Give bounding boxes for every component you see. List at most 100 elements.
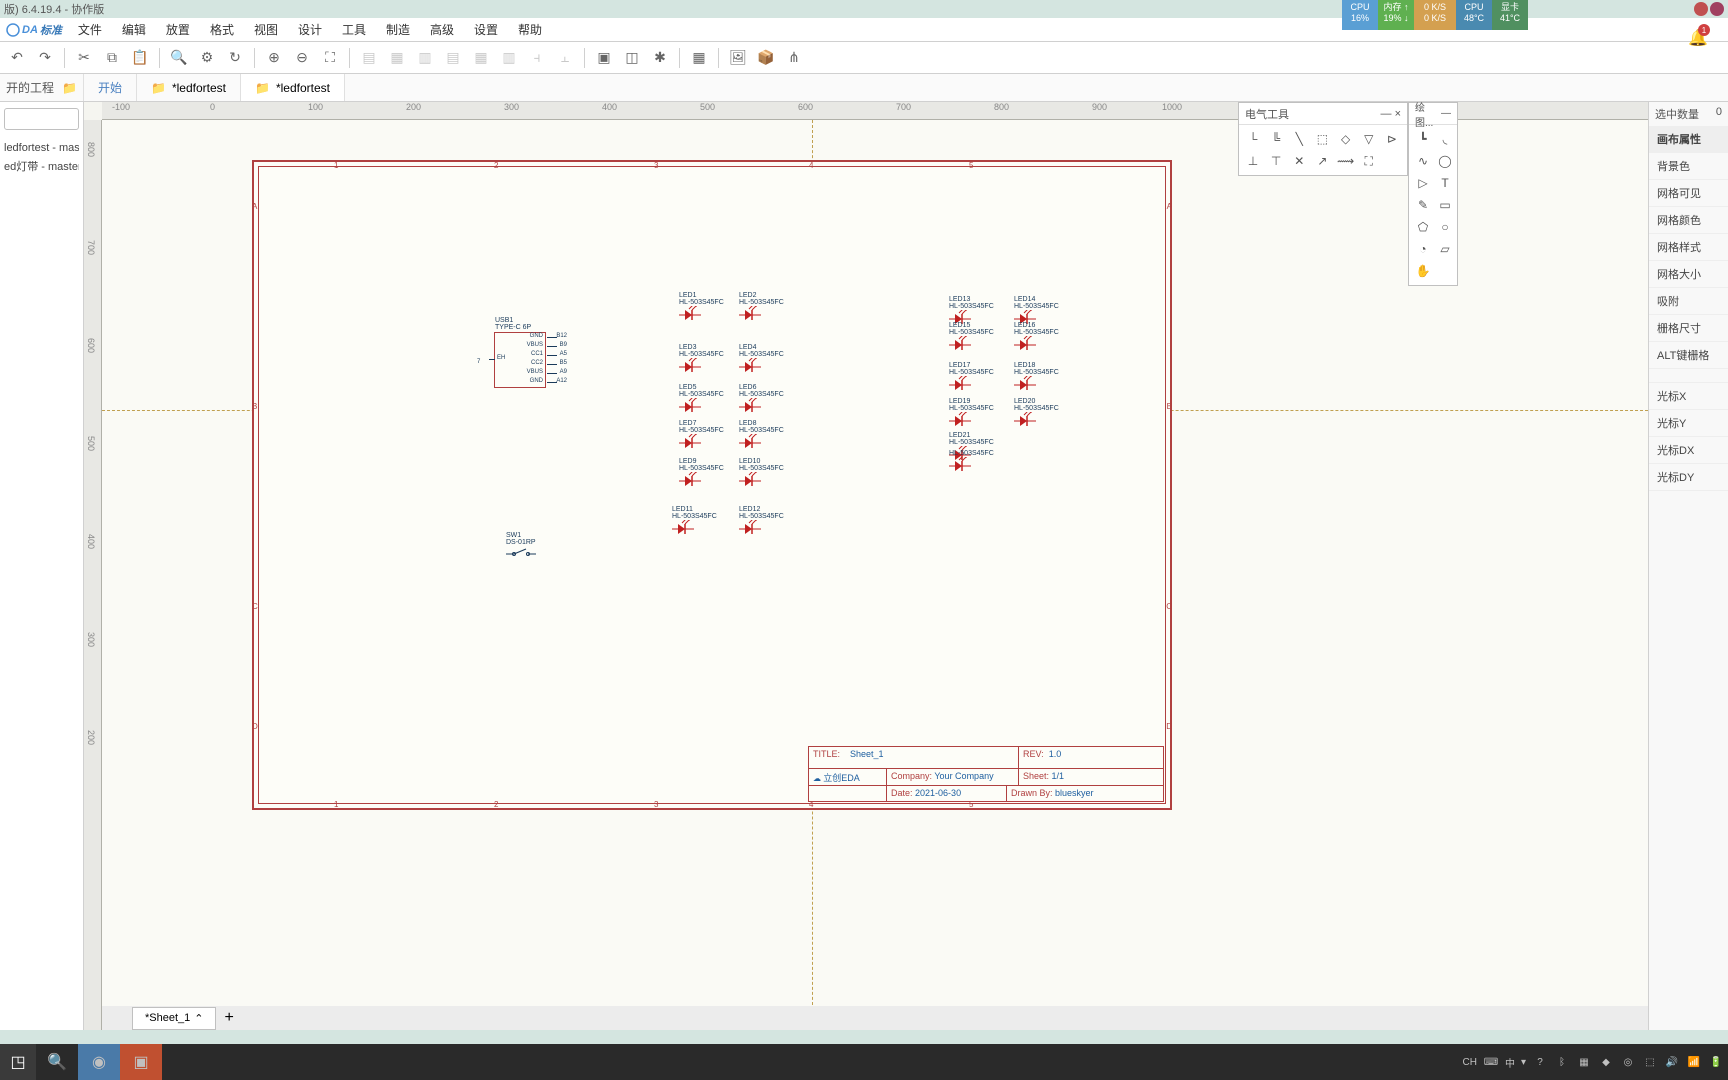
project-tree[interactable]: ledfortest - master - ( ed灯带 - master - … <box>0 136 83 180</box>
polyline-tool[interactable]: ┗ <box>1413 129 1433 149</box>
redo-button[interactable]: ↷ <box>32 45 58 71</box>
task-app[interactable]: ▣ <box>120 1044 162 1080</box>
netlabel-tool[interactable]: ⬚ <box>1312 129 1332 149</box>
cut-button[interactable]: ✂ <box>71 45 97 71</box>
align-center-button[interactable]: ▦ <box>384 45 410 71</box>
tree-item[interactable]: ed灯带 - master - (b <box>4 156 79 176</box>
component-usb[interactable]: USB1TYPE-C 6P GNDB12VBUSB9CC1A5CC2B5VBUS… <box>494 332 546 388</box>
task-eda[interactable]: ◉ <box>78 1044 120 1080</box>
component-led[interactable]: LED12HL-503S45FC <box>739 506 784 536</box>
component-led[interactable]: LED19HL-503S45FC <box>949 398 994 428</box>
pencil-tool[interactable]: ✎ <box>1413 195 1433 215</box>
prop-row[interactable]: 网格样式 <box>1649 234 1728 261</box>
system-tray[interactable]: CH ⌨ 中 ▾ ? ᛒ ▦ ◆ ◎ ⬚ 🔊 📶 🔋 <box>1463 1054 1724 1070</box>
zoom-out-button[interactable]: ⊖ <box>289 45 315 71</box>
prop-row[interactable]: 网格可见 <box>1649 180 1728 207</box>
align-left-button[interactable]: ▤ <box>356 45 382 71</box>
ellipse-tool[interactable]: ○ <box>1435 217 1455 237</box>
component-led[interactable]: LED7HL-503S45FC <box>679 420 724 450</box>
line-tool[interactable]: ╲ <box>1289 129 1309 149</box>
component-led[interactable]: LED8HL-503S45FC <box>739 420 784 450</box>
copy-button[interactable]: ⧉ <box>99 45 125 71</box>
menu-文件[interactable]: 文件 <box>68 17 112 42</box>
prop-row[interactable]: 光标Y <box>1649 410 1728 437</box>
component-led[interactable]: LED20HL-503S45FC <box>1014 398 1059 428</box>
add-sheet-button[interactable]: + <box>216 1005 241 1030</box>
package-button[interactable]: 📦 <box>753 45 779 71</box>
arrow-tool[interactable]: ▷ <box>1413 173 1433 193</box>
task-search[interactable]: 🔍 <box>36 1044 78 1080</box>
network-icon[interactable]: ⬚ <box>1642 1054 1658 1070</box>
circle-tool[interactable]: ◯ <box>1435 151 1455 171</box>
pan-tool[interactable]: ✋ <box>1413 261 1433 281</box>
x-tool[interactable]: ✕ <box>1289 151 1309 171</box>
prop-row[interactable]: 网格颜色 <box>1649 207 1728 234</box>
filter-button[interactable]: ⚙ <box>194 45 220 71</box>
measure-tool[interactable]: ⟿ <box>1336 151 1356 171</box>
menu-编辑[interactable]: 编辑 <box>112 17 156 42</box>
netport-tool[interactable]: ◇ <box>1336 129 1356 149</box>
distribute-v-button[interactable]: ⫠ <box>552 45 578 71</box>
export-button[interactable]: ▦ <box>686 45 712 71</box>
shield-icon[interactable]: ◆ <box>1598 1054 1614 1070</box>
component-led[interactable]: LED16HL-503S45FC <box>1014 322 1059 352</box>
electrical-tools-palette[interactable]: 电气工具— × └ ╚ ╲ ⬚ ◇ ▽ ⊳ ⊥ ⊤ ✕ ↗ ⟿ ⛶ <box>1238 102 1408 176</box>
prop-row[interactable]: ALT键栅格 <box>1649 342 1728 369</box>
collab-avatars[interactable] <box>1694 2 1724 16</box>
menu-帮助[interactable]: 帮助 <box>508 17 552 42</box>
arc-tool[interactable]: ◟ <box>1435 129 1455 149</box>
refresh-button[interactable]: ↻ <box>222 45 248 71</box>
share-button[interactable]: ⋔ <box>781 45 807 71</box>
prop-row[interactable]: 光标DX <box>1649 437 1728 464</box>
3d-button[interactable]: ◫ <box>619 45 645 71</box>
text-tool[interactable]: T <box>1435 173 1455 193</box>
align-right-button[interactable]: ▥ <box>412 45 438 71</box>
component-led[interactable]: LED10HL-503S45FC <box>739 458 784 488</box>
component-led[interactable]: LED3HL-503S45FC <box>679 344 724 374</box>
wifi-icon[interactable]: 📶 <box>1686 1054 1702 1070</box>
grid-icon[interactable]: ▦ <box>1576 1054 1592 1070</box>
component-led[interactable]: LED15HL-503S45FC <box>949 322 994 352</box>
prop-row[interactable]: 背景色 <box>1649 153 1728 180</box>
menu-放置[interactable]: 放置 <box>156 17 200 42</box>
component-led[interactable]: LED17HL-503S45FC <box>949 362 994 392</box>
component-switch[interactable]: SW1 DS-01RP <box>506 532 536 560</box>
pin-tool[interactable]: ↗ <box>1312 151 1332 171</box>
power-tool[interactable]: ▽ <box>1359 129 1379 149</box>
menu-设计[interactable]: 设计 <box>288 17 332 42</box>
tree-item[interactable]: ledfortest - master - ( <box>4 140 79 156</box>
project-search-input[interactable] <box>4 108 79 130</box>
distribute-h-button[interactable]: ⫞ <box>524 45 550 71</box>
curve-tool[interactable]: ∿ <box>1413 151 1433 171</box>
crop-tool[interactable]: ⛶ <box>1359 151 1379 171</box>
prop-row[interactable]: 光标X <box>1649 383 1728 410</box>
component-led[interactable]: LED9HL-503S45FC <box>679 458 724 488</box>
prop-row[interactable]: 栅格尺寸 <box>1649 315 1728 342</box>
volume-icon[interactable]: 🔊 <box>1664 1054 1680 1070</box>
menu-格式[interactable]: 格式 <box>200 17 244 42</box>
noconnect-tool[interactable]: ⊥ <box>1243 151 1263 171</box>
component-led[interactable]: LED4HL-503S45FC <box>739 344 784 374</box>
menu-工具[interactable]: 工具 <box>332 17 376 42</box>
nvidia-icon[interactable]: ◎ <box>1620 1054 1636 1070</box>
tab-ledfortest-1[interactable]: 📁*ledfortest <box>137 74 241 101</box>
folder-icon[interactable]: 📁 <box>62 81 77 95</box>
undo-button[interactable]: ↶ <box>4 45 30 71</box>
paste-button[interactable]: 📋 <box>127 45 153 71</box>
minimize-icon[interactable]: — × <box>1381 108 1401 120</box>
pie-tool[interactable]: ◔ <box>1413 239 1433 259</box>
component-led[interactable]: LED5HL-503S45FC <box>679 384 724 414</box>
tab-ledfortest-2[interactable]: 📁*ledfortest <box>241 74 345 101</box>
prop-row[interactable]: 吸附 <box>1649 288 1728 315</box>
bluetooth-icon[interactable]: ᛒ <box>1554 1054 1570 1070</box>
align-bottom-button[interactable]: ▥ <box>496 45 522 71</box>
polygon-tool[interactable]: ⬠ <box>1413 217 1433 237</box>
align-top-button[interactable]: ▤ <box>440 45 466 71</box>
tab-start[interactable]: 开始 <box>84 74 137 101</box>
align-middle-button[interactable]: ▦ <box>468 45 494 71</box>
component-led[interactable]: LED1HL-503S45FC <box>679 292 724 322</box>
image-tool[interactable]: ▱ <box>1435 239 1455 259</box>
sheet-tab[interactable]: *Sheet_1⌃ <box>132 1007 216 1030</box>
image-button[interactable]: 🖼 <box>725 45 751 71</box>
ime-icon[interactable]: ⌨ <box>1483 1054 1499 1070</box>
